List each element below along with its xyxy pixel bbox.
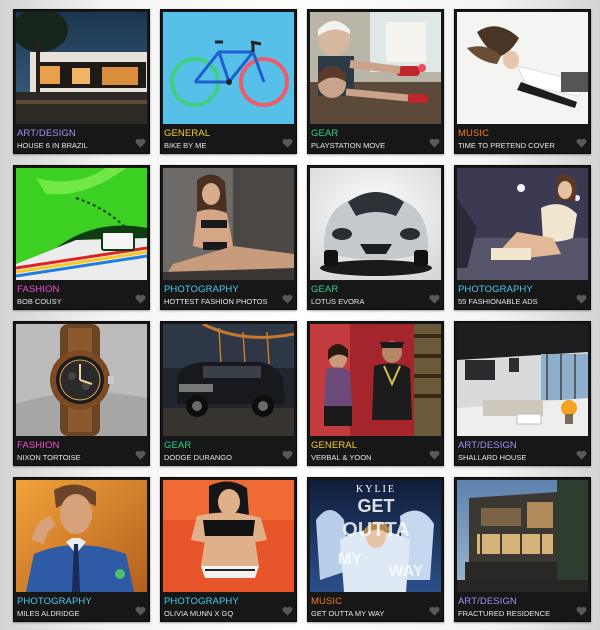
post-thumbnail[interactable]: [16, 324, 147, 436]
post-category[interactable]: GEAR: [164, 440, 191, 451]
post-title[interactable]: FRACTURED RESIDENCE: [458, 609, 550, 618]
post-card[interactable]: GENERAL BIKE BY ME: [160, 9, 297, 154]
heart-icon[interactable]: [576, 138, 587, 148]
post-title[interactable]: MILES ALDRIDGE: [17, 609, 80, 618]
post-thumbnail[interactable]: [163, 168, 294, 280]
post-thumbnail[interactable]: [16, 12, 147, 124]
post-title[interactable]: VERBAL & YOON: [311, 453, 371, 462]
post-thumbnail[interactable]: [310, 324, 441, 436]
post-category[interactable]: PHOTOGRAPHY: [458, 284, 533, 295]
post-category[interactable]: ART/DESIGN: [17, 128, 76, 139]
heart-icon[interactable]: [429, 294, 440, 304]
post-category[interactable]: PHOTOGRAPHY: [164, 284, 239, 295]
post-title[interactable]: TIME TO PRETEND COVER: [458, 141, 555, 150]
heart-icon[interactable]: [576, 450, 587, 460]
heart-icon[interactable]: [429, 138, 440, 148]
heart-icon[interactable]: [135, 138, 146, 148]
heart-icon[interactable]: [282, 138, 293, 148]
post-thumbnail[interactable]: [163, 324, 294, 436]
post-category[interactable]: ART/DESIGN: [458, 596, 517, 607]
post-title[interactable]: GET OUTTA MY WAY: [311, 609, 384, 618]
post-title[interactable]: PLAYSTATION MOVE: [311, 141, 385, 150]
post-category[interactable]: FASHION: [17, 284, 59, 295]
heart-icon[interactable]: [429, 450, 440, 460]
heart-icon[interactable]: [576, 606, 587, 616]
heart-icon[interactable]: [135, 450, 146, 460]
post-card[interactable]: FASHION NIXON TORTOISE: [13, 321, 150, 466]
post-category[interactable]: GENERAL: [311, 440, 357, 451]
post-card[interactable]: ART/DESIGN SHALLARD HOUSE: [454, 321, 591, 466]
post-title[interactable]: BOB COUSY: [17, 297, 62, 306]
post-thumbnail[interactable]: [457, 480, 588, 592]
post-title[interactable]: 55 FASHIONABLE ADS: [458, 297, 538, 306]
album-artist-text: KYLIE: [356, 484, 396, 495]
post-category[interactable]: MUSIC: [311, 596, 342, 607]
post-category[interactable]: ART/DESIGN: [458, 440, 517, 451]
post-card[interactable]: ART/DESIGN HOUSE 6 IN BRAZIL: [13, 9, 150, 154]
post-title[interactable]: HOUSE 6 IN BRAZIL: [17, 141, 88, 150]
post-thumbnail[interactable]: [16, 168, 147, 280]
post-card[interactable]: PHOTOGRAPHY 55 FASHIONABLE ADS: [454, 165, 591, 310]
post-title[interactable]: OLIVIA MUNN X GQ: [164, 609, 233, 618]
post-card[interactable]: MUSIC TIME TO PRETEND COVER: [454, 9, 591, 154]
post-thumbnail[interactable]: [457, 168, 588, 280]
post-title[interactable]: LOTUS EVORA: [311, 297, 364, 306]
post-grid: ART/DESIGN HOUSE 6 IN BRAZIL GENERAL BIK…: [13, 9, 593, 630]
heart-icon[interactable]: [429, 606, 440, 616]
heart-icon[interactable]: [282, 294, 293, 304]
post-card[interactable]: GENERAL VERBAL & YOON: [307, 321, 444, 466]
post-thumbnail[interactable]: [163, 12, 294, 124]
post-thumbnail[interactable]: [310, 12, 441, 124]
post-category[interactable]: GEAR: [311, 128, 338, 139]
post-title[interactable]: NIXON TORTOISE: [17, 453, 81, 462]
post-card[interactable]: KYLIE GET OUTTA MY WAY MUSIC GET OUTTA M…: [307, 477, 444, 622]
album-word-3: MY: [338, 551, 362, 568]
post-card[interactable]: GEAR LOTUS EVORA: [307, 165, 444, 310]
heart-icon[interactable]: [282, 450, 293, 460]
post-card[interactable]: PHOTOGRAPHY HOTTEST FASHION PHOTOS: [160, 165, 297, 310]
post-thumbnail[interactable]: [457, 324, 588, 436]
post-card[interactable]: ART/DESIGN FRACTURED RESIDENCE: [454, 477, 591, 622]
post-card[interactable]: PHOTOGRAPHY OLIVIA MUNN X GQ: [160, 477, 297, 622]
post-category[interactable]: PHOTOGRAPHY: [164, 596, 239, 607]
post-card[interactable]: GEAR PLAYSTATION MOVE: [307, 9, 444, 154]
post-card[interactable]: PHOTOGRAPHY MILES ALDRIDGE: [13, 477, 150, 622]
post-title[interactable]: DODGE DURANGO: [164, 453, 232, 462]
post-thumbnail[interactable]: [16, 480, 147, 592]
post-category[interactable]: FASHION: [17, 440, 59, 451]
post-card[interactable]: GEAR DODGE DURANGO: [160, 321, 297, 466]
heart-icon[interactable]: [576, 294, 587, 304]
post-category[interactable]: MUSIC: [458, 128, 489, 139]
post-title[interactable]: SHALLARD HOUSE: [458, 453, 526, 462]
heart-icon[interactable]: [135, 294, 146, 304]
post-category[interactable]: PHOTOGRAPHY: [17, 596, 92, 607]
album-word-4: WAY: [389, 563, 424, 580]
post-thumbnail[interactable]: KYLIE GET OUTTA MY WAY: [310, 480, 441, 592]
post-category[interactable]: GEAR: [311, 284, 338, 295]
post-title[interactable]: HOTTEST FASHION PHOTOS: [164, 297, 268, 306]
album-word-2: OUTTA: [342, 519, 409, 541]
post-thumbnail[interactable]: [163, 480, 294, 592]
post-thumbnail[interactable]: [457, 12, 588, 124]
heart-icon[interactable]: [135, 606, 146, 616]
post-title[interactable]: BIKE BY ME: [164, 141, 206, 150]
post-category[interactable]: GENERAL: [164, 128, 210, 139]
post-thumbnail[interactable]: [310, 168, 441, 280]
post-card[interactable]: FASHION BOB COUSY: [13, 165, 150, 310]
heart-icon[interactable]: [282, 606, 293, 616]
album-word-1: GET: [357, 496, 394, 516]
